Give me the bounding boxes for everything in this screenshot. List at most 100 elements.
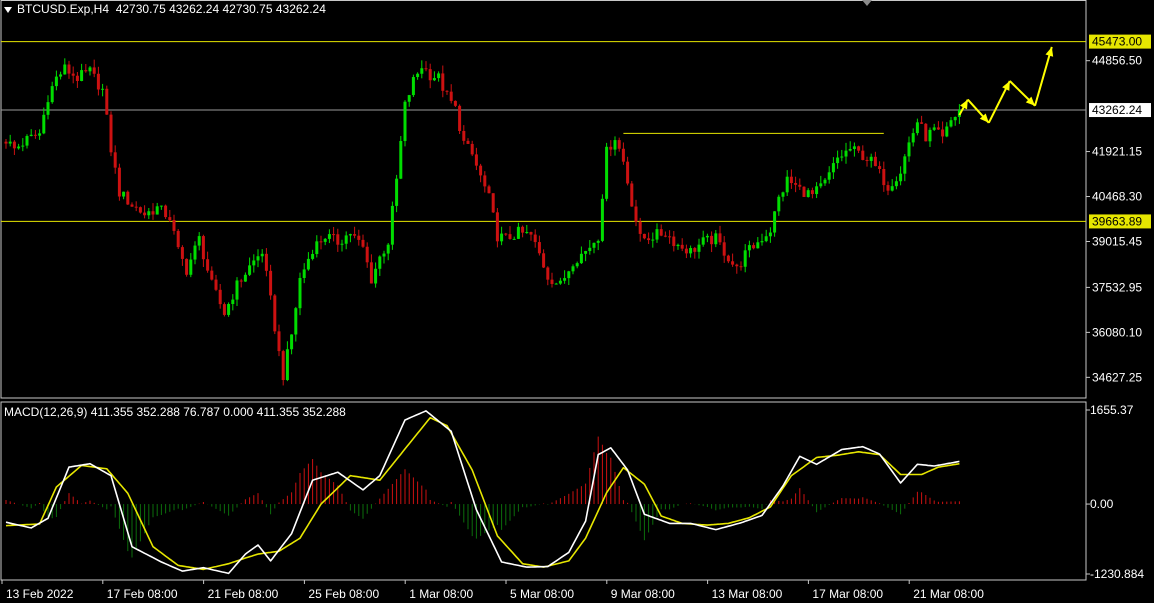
time-tick-label: 13 Mar 08:00 (712, 587, 783, 601)
candle-body (642, 233, 646, 239)
candle-body (932, 127, 936, 130)
candle-body (109, 114, 113, 153)
candle-body (365, 246, 369, 263)
price-tick-label: 41921.15 (1092, 145, 1142, 159)
macd-tick-label: -1230.884 (1090, 567, 1144, 581)
candle-body (537, 242, 541, 254)
candle-body (172, 220, 176, 231)
candle-body (449, 91, 453, 101)
candle-body (533, 234, 537, 243)
candle-body (936, 127, 940, 130)
collapse-triangle-icon[interactable] (4, 6, 12, 13)
candle-body (861, 150, 865, 160)
candle-body (630, 183, 634, 207)
candle-body (260, 253, 264, 257)
candle-body (264, 253, 268, 271)
candle-body (298, 277, 302, 309)
time-tick-label: 13 Feb 2022 (6, 587, 74, 601)
trading-chart[interactable]: 44856.50 41921.15 40468.30 39015.45 37532.95… (0, 0, 1154, 603)
candle-body (903, 156, 907, 174)
price-label-text: 45473.00 (1092, 35, 1142, 49)
candle-body (407, 95, 411, 102)
candle-body (214, 279, 218, 290)
candle-body (487, 186, 491, 194)
candle-body (71, 73, 75, 76)
candle-body (848, 148, 852, 151)
candle-body (794, 183, 798, 185)
candle-body (718, 233, 722, 243)
candle-body (731, 261, 735, 265)
candle-body (374, 268, 378, 284)
candle-body (332, 234, 336, 236)
candle-body (256, 256, 260, 261)
candle-body (185, 258, 189, 275)
candle-body (206, 259, 210, 271)
candle-body (928, 129, 932, 142)
candle-body (395, 178, 399, 206)
price-tick-label: 44856.50 (1092, 54, 1142, 68)
candle-body (575, 263, 579, 267)
candle-body (382, 253, 386, 257)
candle-body (155, 206, 159, 215)
candle-body (890, 186, 894, 191)
candle-body (516, 226, 520, 239)
candle-body (164, 205, 168, 218)
candle-body (357, 235, 361, 240)
candle-body (508, 234, 512, 239)
candle-body (680, 244, 684, 249)
candle-body (705, 235, 709, 238)
candle-body (596, 240, 600, 243)
candle-body (25, 136, 29, 146)
candle-body (248, 265, 252, 275)
candle-body (836, 157, 840, 164)
candle-body (428, 69, 432, 81)
candle-body (474, 154, 478, 166)
candle-body (193, 245, 197, 260)
candle-body (500, 233, 504, 242)
candle-body (285, 349, 289, 381)
time-tick-label: 21 Feb 08:00 (208, 587, 279, 601)
ohlc-values: 42730.75 43262.24 42730.75 43262.24 (115, 2, 326, 16)
candle-body (756, 242, 760, 249)
candle-body (479, 165, 483, 176)
candle-body (227, 303, 231, 315)
candle-body (92, 67, 96, 74)
candle-body (550, 279, 554, 284)
candle-body (617, 140, 621, 149)
candle-body (647, 238, 651, 241)
candle-body (348, 234, 352, 236)
candle-body (558, 280, 562, 284)
candle-body (495, 212, 499, 242)
candle-body (453, 100, 457, 106)
symbol-label: BTCUSD.Exp,H4 (17, 2, 110, 16)
candle-body (420, 68, 424, 74)
candle-body (17, 146, 21, 149)
candle-body (911, 133, 915, 143)
candle-body (743, 250, 747, 267)
time-tick-label: 9 Mar 08:00 (611, 587, 675, 601)
candle-body (54, 76, 58, 87)
candle-body (239, 280, 243, 282)
candle-body (689, 248, 693, 254)
candle-body (437, 73, 441, 79)
candle-body (823, 179, 827, 184)
candle-body (768, 232, 772, 237)
candle-body (126, 191, 130, 205)
price-tick-label: 34627.25 (1092, 370, 1142, 384)
candle-body (311, 253, 315, 259)
candle-body (113, 152, 117, 168)
candle-body (588, 247, 592, 252)
candle-body (138, 207, 142, 213)
candle-body (609, 146, 613, 150)
candle-body (605, 146, 609, 199)
candle-body (752, 245, 756, 249)
candle-body (277, 331, 281, 352)
candle-body (130, 204, 134, 207)
macd-tick-label: 0.00 (1090, 497, 1114, 511)
candle-body (915, 122, 919, 134)
candle-body (873, 156, 877, 167)
candle-body (760, 241, 764, 243)
candle-body (773, 211, 777, 233)
candle-body (651, 239, 655, 241)
candle-body (315, 241, 319, 254)
